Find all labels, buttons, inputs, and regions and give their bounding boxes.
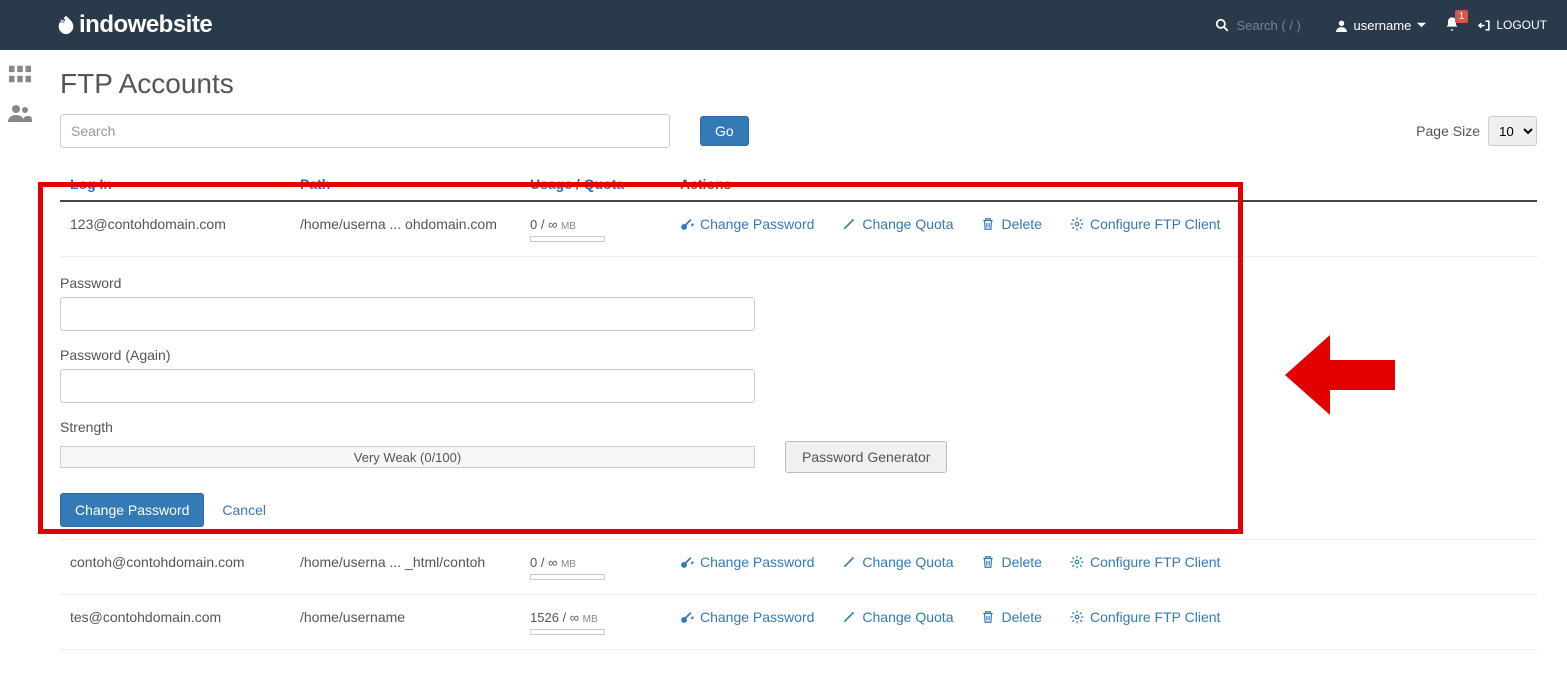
password-again-label: Password (Again) (60, 347, 1537, 363)
caret-down-icon (1417, 21, 1426, 30)
table-header: Log In Path Usage / Quota Actions (60, 168, 1537, 202)
configure-link[interactable]: Configure FTP Client (1070, 216, 1220, 232)
col-path[interactable]: Path (300, 176, 330, 192)
cell-path: /home/userna ... _html/contoh (300, 554, 530, 570)
top-search-input[interactable] (1237, 18, 1317, 33)
top-search[interactable] (1215, 18, 1317, 33)
top-bar: iw indowebsite username 1 LOGOUT (0, 0, 1567, 50)
username-label: username (1354, 18, 1412, 33)
usage-bar (530, 236, 605, 242)
cell-usage: 1526 / ∞ MB (530, 609, 680, 635)
table-row: contoh@contohdomain.com /home/userna ...… (60, 539, 1537, 595)
search-icon (1215, 18, 1229, 32)
pencil-icon (842, 555, 856, 569)
trash-icon (981, 610, 995, 624)
page-size-label: Page Size (1416, 123, 1480, 139)
gear-icon (1070, 555, 1084, 569)
cell-login: tes@contohdomain.com (70, 609, 300, 625)
leaf-icon: iw (55, 14, 77, 36)
col-actions: Actions (680, 176, 1527, 192)
page-size-select[interactable]: 10 (1488, 116, 1537, 146)
col-usage[interactable]: Usage (530, 176, 572, 192)
cell-login: 123@contohdomain.com (70, 216, 300, 232)
change-password-panel: Password Password (Again) Strength Very … (60, 257, 1537, 539)
users-icon[interactable] (8, 104, 32, 125)
gear-icon (1070, 610, 1084, 624)
notification-badge: 1 (1455, 10, 1469, 23)
strength-meter: Very Weak (0/100) (60, 446, 755, 468)
cell-login: contoh@contohdomain.com (70, 554, 300, 570)
page-title: FTP Accounts (60, 68, 1537, 100)
trash-icon (981, 217, 995, 231)
cancel-link[interactable]: Cancel (222, 502, 266, 518)
cell-usage: 0 / ∞ MB (530, 554, 680, 580)
cell-path: /home/username (300, 609, 530, 625)
change-quota-link[interactable]: Change Quota (842, 216, 953, 232)
page-size: Page Size 10 (1416, 116, 1537, 146)
table-row: 123@contohdomain.com /home/userna ... oh… (60, 202, 1537, 257)
search-input[interactable] (60, 114, 670, 148)
pencil-icon (842, 610, 856, 624)
sidebar (0, 50, 40, 125)
delete-link[interactable]: Delete (981, 609, 1041, 625)
configure-link[interactable]: Configure FTP Client (1070, 554, 1220, 570)
password-input[interactable] (60, 297, 755, 331)
gear-icon (1070, 217, 1084, 231)
usage-bar (530, 629, 605, 635)
change-password-link[interactable]: Change Password (680, 216, 814, 232)
main-content: FTP Accounts Go Page Size 10 Log In Path… (50, 50, 1567, 680)
delete-link[interactable]: Delete (981, 554, 1041, 570)
submit-change-password-button[interactable]: Change Password (60, 493, 204, 527)
accounts-table: Log In Path Usage / Quota Actions 123@co… (60, 168, 1537, 650)
brand-text: indowebsite (79, 11, 212, 39)
apps-icon[interactable] (9, 65, 31, 86)
user-icon (1335, 19, 1348, 32)
delete-link[interactable]: Delete (981, 216, 1041, 232)
key-icon (680, 610, 694, 624)
change-password-link[interactable]: Change Password (680, 609, 814, 625)
col-quota[interactable]: Quota (584, 176, 624, 192)
toolbar: Go Page Size 10 (60, 114, 1537, 148)
col-login[interactable]: Log In (70, 176, 112, 192)
password-label: Password (60, 275, 1537, 291)
change-password-link[interactable]: Change Password (680, 554, 814, 570)
password-again-input[interactable] (60, 369, 755, 403)
logout-label: LOGOUT (1496, 18, 1547, 32)
logout-icon (1478, 19, 1491, 32)
user-menu[interactable]: username (1335, 18, 1427, 33)
key-icon (680, 217, 694, 231)
table-row: tes@contohdomain.com /home/username 1526… (60, 595, 1537, 650)
notifications-button[interactable]: 1 (1444, 16, 1460, 35)
brand-logo[interactable]: iw indowebsite (55, 11, 212, 39)
password-generator-button[interactable]: Password Generator (785, 441, 947, 473)
pencil-icon (842, 217, 856, 231)
key-icon (680, 555, 694, 569)
go-button[interactable]: Go (700, 116, 749, 146)
trash-icon (981, 555, 995, 569)
change-quota-link[interactable]: Change Quota (842, 554, 953, 570)
cell-path: /home/userna ... ohdomain.com (300, 216, 530, 232)
usage-bar (530, 574, 605, 580)
cell-usage: 0 / ∞ MB (530, 216, 680, 242)
logout-button[interactable]: LOGOUT (1478, 18, 1547, 32)
change-quota-link[interactable]: Change Quota (842, 609, 953, 625)
strength-label: Strength (60, 419, 1537, 435)
configure-link[interactable]: Configure FTP Client (1070, 609, 1220, 625)
